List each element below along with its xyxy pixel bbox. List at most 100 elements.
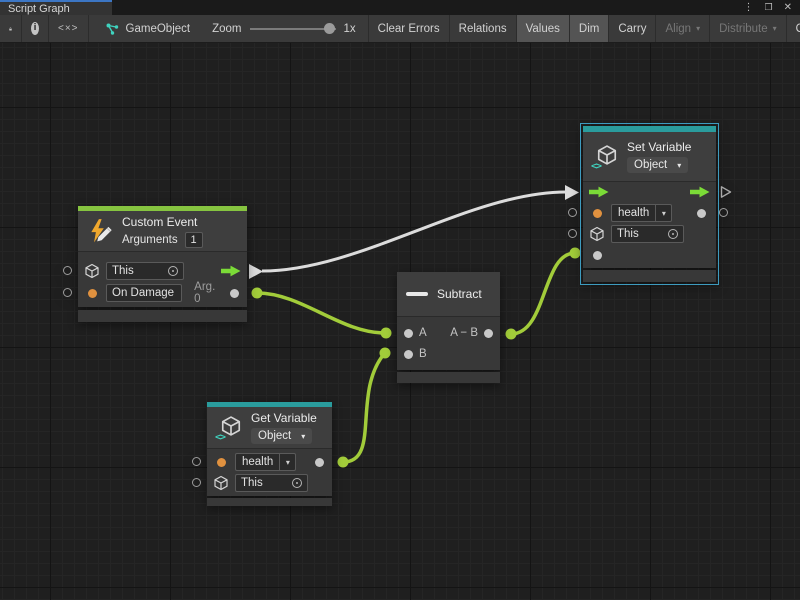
target-field[interactable]: This (106, 262, 184, 280)
dropdown-caret-icon (655, 205, 671, 221)
wire-dot (252, 288, 263, 299)
wire-source-triangle (249, 264, 263, 279)
node-header[interactable]: Subtract (397, 272, 500, 317)
distribute-label: Distribute (719, 23, 768, 35)
overview-button[interactable]: Overv (787, 15, 800, 42)
menu-icon[interactable]: ⋮ (744, 3, 754, 13)
target-picker-icon[interactable] (292, 478, 302, 488)
align-dropdown[interactable]: Align (656, 15, 710, 42)
target-row: This (207, 473, 332, 493)
relations-button[interactable]: Relations (450, 15, 517, 42)
port-hollow[interactable] (568, 229, 577, 238)
scope-value: Object (634, 159, 667, 171)
wire-arg0-to-a (257, 293, 385, 333)
zoom-slider-track (250, 28, 336, 30)
variable-scope-dropdown[interactable]: Object (251, 428, 312, 444)
node-title: Custom Event (122, 215, 203, 229)
subtract-row-b: B (397, 344, 500, 364)
dim-toggle[interactable]: Dim (570, 15, 609, 42)
flow-arrow-icon[interactable] (690, 186, 710, 198)
custom-event-icon (87, 218, 113, 244)
zoom-label: Zoom (212, 23, 241, 35)
graph-toolbar: <×> GameObject Zoom 1x Clear Errors Rela… (0, 15, 800, 43)
zoom-slider[interactable] (250, 23, 336, 35)
port-value[interactable] (593, 251, 602, 260)
node-header[interactable]: <> Set Variable Object (583, 132, 716, 182)
close-icon[interactable]: ✕ (784, 3, 792, 13)
target-field[interactable]: This (611, 225, 684, 243)
clear-errors-label: Clear Errors (378, 23, 440, 35)
variable-brackets-icon: <> (591, 162, 601, 172)
node-title: Subtract (437, 287, 482, 301)
node-footer (583, 270, 716, 282)
wire-dot (506, 329, 517, 340)
wire-dot (380, 348, 391, 359)
maximize-icon[interactable]: ❒ (765, 3, 773, 12)
carry-toggle[interactable]: Carry (609, 15, 656, 42)
code-view-button[interactable]: <×> (49, 15, 89, 42)
wire-control-flow (262, 192, 566, 271)
port-hollow[interactable] (63, 288, 72, 297)
node-custom-event[interactable]: Custom Event Arguments 1 (78, 206, 247, 322)
target-row: This (78, 261, 247, 281)
port-value[interactable] (404, 350, 413, 359)
target-field-value: This (112, 265, 134, 277)
node-get-variable[interactable]: <> Get Variable Object health (207, 402, 332, 506)
align-label: Align (665, 23, 691, 35)
port-orange[interactable] (88, 289, 97, 298)
node-footer (397, 372, 500, 383)
port-value[interactable] (697, 209, 706, 218)
node-subtract[interactable]: Subtract A A − B B (397, 272, 500, 383)
arguments-input[interactable]: 1 (185, 232, 203, 248)
port-value[interactable] (315, 458, 324, 467)
arg0-label: Arg. 0 (194, 281, 224, 305)
zoom-slider-handle[interactable] (324, 23, 335, 34)
node-set-variable[interactable]: <> Set Variable Object (583, 126, 716, 282)
node-title: Set Variable (627, 140, 691, 154)
port-value[interactable] (404, 329, 413, 338)
script-graph-window: Script Graph ⋮ ❒ ✕ <×> (0, 0, 800, 600)
node-header[interactable]: Custom Event Arguments 1 (78, 211, 247, 252)
info-button[interactable] (22, 15, 49, 42)
port-hollow[interactable] (192, 478, 201, 487)
flow-arrow-icon[interactable] (221, 265, 241, 277)
node-title: Get Variable (251, 411, 317, 425)
dropdown-caret-icon (696, 24, 700, 33)
variable-scope-dropdown[interactable]: Object (627, 157, 688, 173)
variable-brackets-icon: <> (215, 433, 225, 443)
variable-icon: <> (592, 144, 618, 170)
flow-arrow-icon[interactable] (589, 186, 609, 198)
tab-script-graph[interactable]: Script Graph (0, 0, 112, 15)
gameobject-label: GameObject (126, 23, 191, 35)
target-field[interactable]: This (235, 474, 308, 492)
graph-owner[interactable]: GameObject (105, 15, 191, 42)
event-name-field[interactable]: On Damage (106, 284, 182, 302)
graph-canvas[interactable]: Custom Event Arguments 1 (0, 43, 800, 600)
wire-dot (338, 457, 349, 468)
variable-name-dropdown[interactable]: health (611, 204, 672, 222)
port-hollow[interactable] (568, 208, 577, 217)
port-hollow[interactable] (719, 208, 728, 217)
subtract-row-a: A A − B (397, 323, 500, 343)
target-picker-icon[interactable] (668, 229, 678, 239)
overview-label: Overv (796, 23, 800, 35)
zoom-value: 1x (344, 23, 356, 35)
port-orange[interactable] (217, 458, 226, 467)
node-header[interactable]: <> Get Variable Object (207, 407, 332, 449)
port-triangle-hollow[interactable] (720, 185, 732, 199)
port-hollow[interactable] (63, 266, 72, 275)
target-picker-icon[interactable] (168, 266, 178, 276)
port-hollow[interactable] (192, 457, 201, 466)
lock-button[interactable] (0, 15, 22, 42)
port-value[interactable] (484, 329, 493, 338)
port-orange[interactable] (593, 209, 602, 218)
variable-name-row: health (583, 203, 716, 223)
wire-getvar-to-b (343, 354, 384, 462)
variable-name-dropdown[interactable]: health (235, 453, 296, 471)
distribute-dropdown[interactable]: Distribute (710, 15, 787, 42)
port-value[interactable] (230, 289, 239, 298)
clear-errors-button[interactable]: Clear Errors (369, 15, 450, 42)
target-row: This (583, 224, 716, 244)
values-toggle[interactable]: Values (517, 15, 570, 42)
dropdown-caret-icon (677, 161, 681, 170)
